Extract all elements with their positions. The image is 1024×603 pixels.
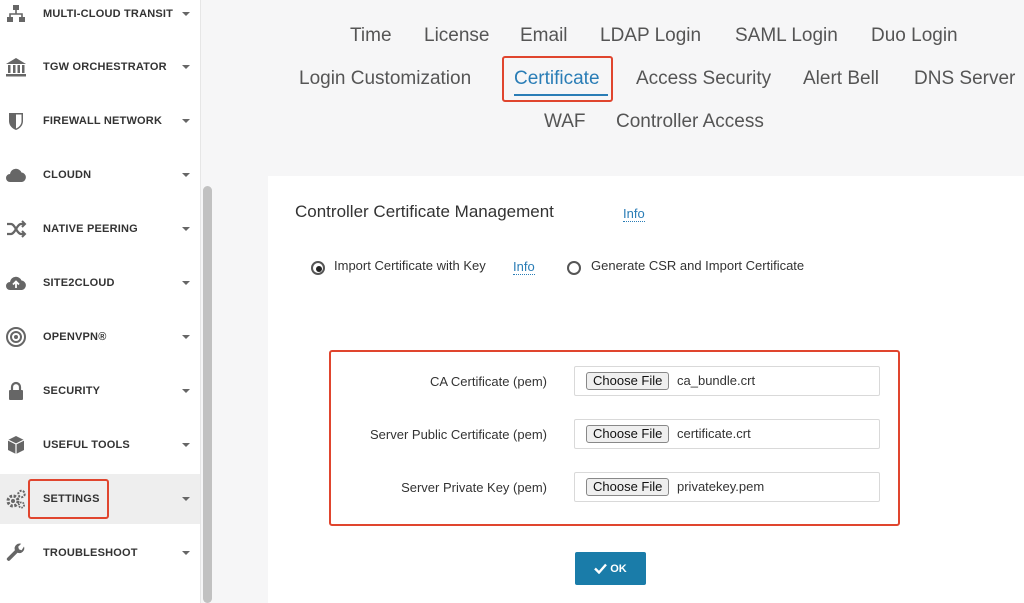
sidebar-item-label: USEFUL TOOLS <box>43 439 130 451</box>
sidebar-item-label: TROUBLESHOOT <box>43 547 138 559</box>
chevron-down-icon <box>182 12 190 16</box>
tab-controller-access[interactable]: Controller Access <box>616 111 764 133</box>
chevron-down-icon <box>182 227 190 231</box>
page-title: Controller Certificate Management <box>295 202 554 221</box>
sidebar-scrollbar[interactable] <box>203 186 212 603</box>
ok-button[interactable]: OK <box>575 552 646 585</box>
sidebar-item-label: FIREWALL NETWORK <box>43 115 163 127</box>
tab-email[interactable]: Email <box>520 25 568 47</box>
sidebar-item-tgw-orchestrator[interactable]: TGW ORCHESTRATOR <box>0 42 200 92</box>
tab-license[interactable]: License <box>424 25 490 47</box>
sidebar-item-openvpn[interactable]: OPENVPN® <box>0 312 200 362</box>
tab-access-security[interactable]: Access Security <box>636 68 771 90</box>
choose-file-button[interactable]: Choose File <box>586 478 670 496</box>
ca-certificate-label: CA Certificate (pem) <box>429 374 547 389</box>
server-public-certificate-file-input[interactable]: Choose File certificate.crt <box>574 419 880 449</box>
choose-file-button[interactable]: Choose File <box>586 425 670 443</box>
gears-icon <box>5 488 27 510</box>
sidebar-item-useful-tools[interactable]: USEFUL TOOLS <box>0 420 200 470</box>
lock-icon <box>5 380 27 402</box>
selected-file-name: certificate.crt <box>677 426 751 441</box>
target-circle-icon <box>5 326 27 348</box>
selected-file-name: privatekey.pem <box>677 479 765 494</box>
sidebar-item-label: OPENVPN® <box>43 331 107 343</box>
cube-icon <box>5 434 27 456</box>
bank-building-icon <box>5 56 27 78</box>
selected-file-name: ca_bundle.crt <box>677 373 756 388</box>
import-certificate-radio[interactable] <box>311 261 325 275</box>
choose-file-button[interactable]: Choose File <box>586 372 670 390</box>
shuffle-arrows-icon <box>5 218 27 240</box>
tab-login-customization[interactable]: Login Customization <box>299 68 471 90</box>
server-private-key-label: Server Private Key (pem) <box>401 480 547 495</box>
generate-csr-radio[interactable] <box>567 261 581 275</box>
certificate-tab-highlight-box <box>502 56 613 102</box>
server-private-key-file-input[interactable]: Choose File privatekey.pem <box>574 472 880 502</box>
sidebar-item-firewall-network[interactable]: FIREWALL NETWORK <box>0 96 200 146</box>
sidebar-item-label: SECURITY <box>43 385 101 397</box>
tab-waf[interactable]: WAF <box>544 111 586 133</box>
tab-time[interactable]: Time <box>350 25 392 47</box>
generate-csr-label: Generate CSR and Import Certificate <box>591 258 805 273</box>
sidebar-item-security[interactable]: SECURITY <box>0 366 200 416</box>
tab-dns-server[interactable]: DNS Server <box>914 68 1015 90</box>
sidebar-item-site2cloud[interactable]: SITE2CLOUD <box>0 258 200 308</box>
tab-duo-login[interactable]: Duo Login <box>871 25 958 47</box>
settings-highlight-box <box>28 479 109 519</box>
network-tree-icon <box>5 3 27 25</box>
ca-certificate-file-input[interactable]: Choose File ca_bundle.crt <box>574 366 880 396</box>
sidebar-item-label: MULTI-CLOUD TRANSIT <box>43 8 174 20</box>
chevron-down-icon <box>182 443 190 447</box>
cloud-icon <box>5 164 27 186</box>
import-info-link[interactable]: Info <box>513 259 535 275</box>
chevron-down-icon <box>182 497 190 501</box>
sidebar-item-label: SITE2CLOUD <box>43 277 115 289</box>
chevron-down-icon <box>182 389 190 393</box>
sidebar-item-multi-cloud-transit[interactable]: MULTI-CLOUD TRANSIT <box>0 0 200 39</box>
sidebar-item-native-peering[interactable]: NATIVE PEERING <box>0 204 200 254</box>
checkmark-icon <box>594 563 608 574</box>
chevron-down-icon <box>182 173 190 177</box>
wrench-icon <box>5 542 27 564</box>
chevron-down-icon <box>182 335 190 339</box>
chevron-down-icon <box>182 65 190 69</box>
sidebar-item-label: TGW ORCHESTRATOR <box>43 61 167 73</box>
sidebar-item-troubleshoot[interactable]: TROUBLESHOOT <box>0 528 200 578</box>
chevron-down-icon <box>182 119 190 123</box>
sidebar-item-label: NATIVE PEERING <box>43 223 138 235</box>
title-info-link[interactable]: Info <box>623 206 645 222</box>
import-certificate-label: Import Certificate with Key <box>334 258 486 273</box>
ok-button-label: OK <box>610 562 627 575</box>
tab-saml-login[interactable]: SAML Login <box>735 25 838 47</box>
sidebar-item-cloudn[interactable]: CLOUDN <box>0 150 200 200</box>
chevron-down-icon <box>182 551 190 555</box>
cloud-upload-icon <box>5 272 27 294</box>
server-public-certificate-label: Server Public Certificate (pem) <box>370 427 547 442</box>
tab-ldap-login[interactable]: LDAP Login <box>600 25 701 47</box>
sidebar-item-label: CLOUDN <box>43 169 92 181</box>
chevron-down-icon <box>182 281 190 285</box>
tab-alert-bell[interactable]: Alert Bell <box>803 68 879 90</box>
shield-icon <box>5 110 27 132</box>
